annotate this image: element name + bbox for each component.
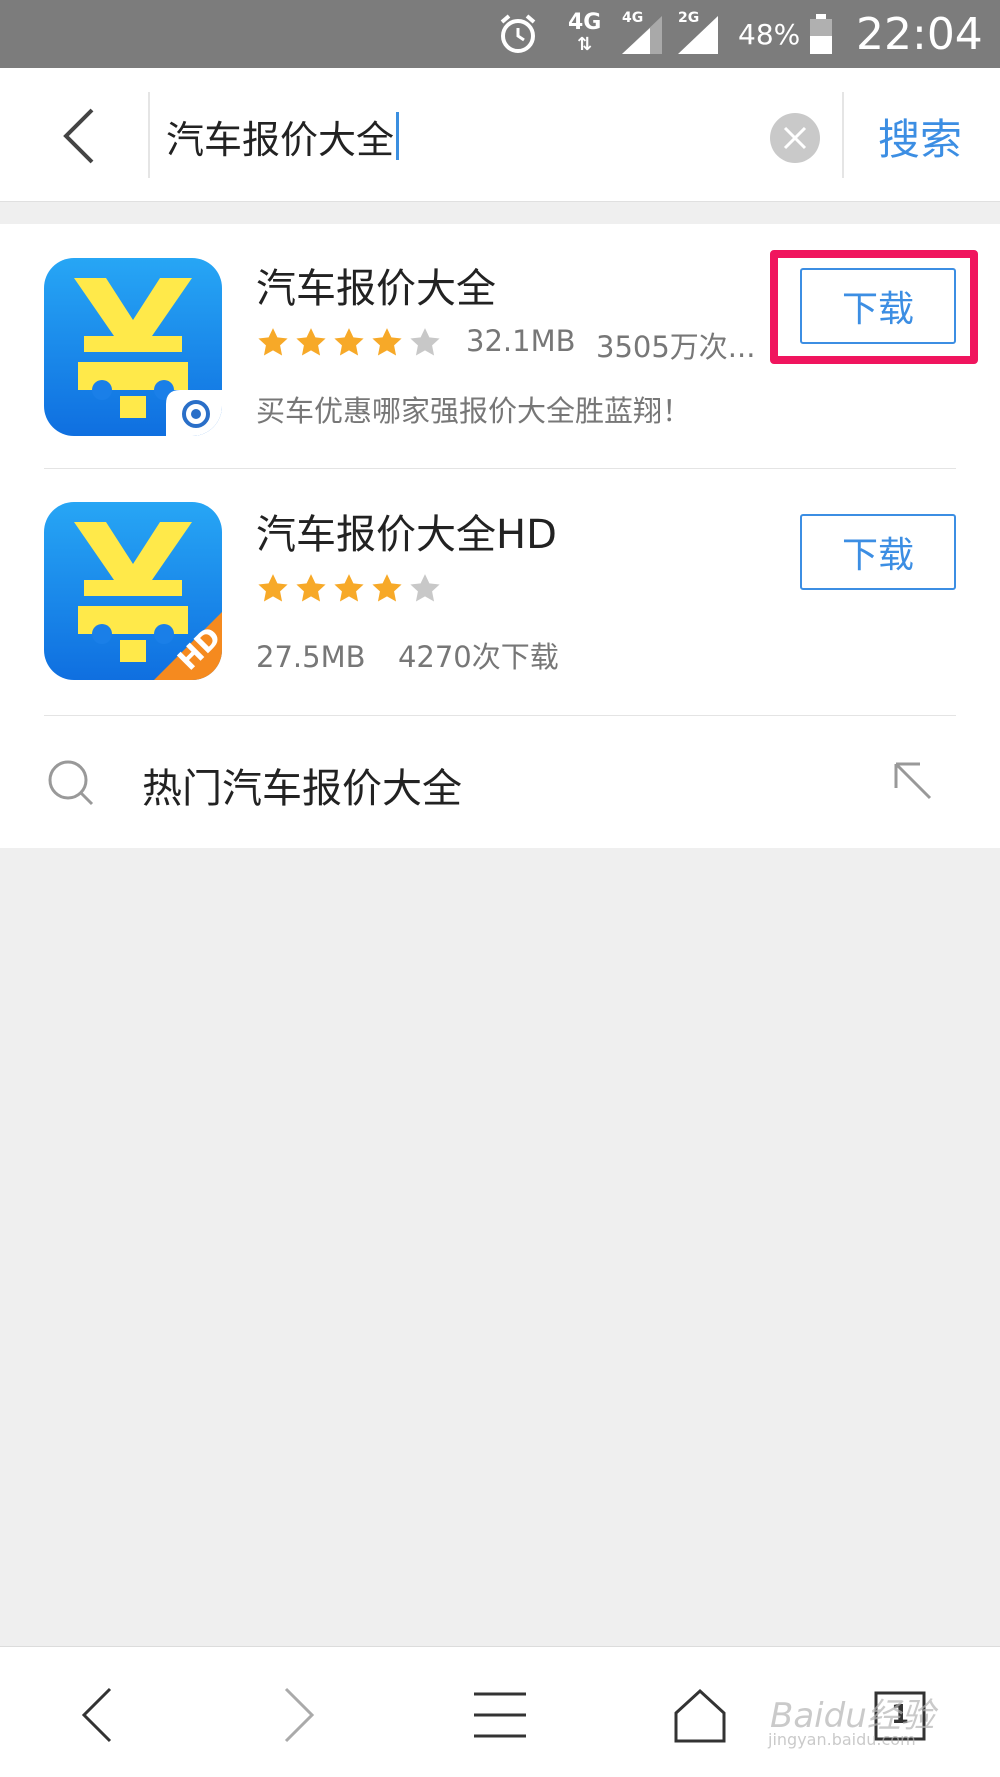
signal-strength-icon-sim2: 2G: [676, 0, 720, 68]
star-icon: [410, 574, 440, 602]
highlight-box: [770, 250, 978, 364]
app-icon[interactable]: HD: [44, 502, 222, 680]
rating-stars: [256, 572, 442, 606]
app-title: 汽车报价大全HD: [256, 512, 557, 558]
home-button[interactable]: [660, 1677, 740, 1753]
battery-percent: 48%: [738, 17, 801, 51]
alarm-icon: [496, 0, 540, 68]
star-icon: [372, 328, 402, 356]
signal-strength-icon-sim1: 4G: [620, 0, 664, 68]
rating-stars: [256, 326, 442, 360]
star-icon: [258, 328, 288, 356]
star-icon: [296, 574, 326, 602]
divider: [842, 92, 844, 178]
chevron-left-icon: [81, 1687, 112, 1743]
clear-search-button[interactable]: [770, 113, 820, 163]
divider: [148, 92, 150, 178]
row-divider: [44, 715, 956, 716]
search-button[interactable]: 搜索: [860, 98, 980, 174]
chevron-right-icon: [284, 1687, 315, 1743]
suggestion-text: 热门汽车报价大全: [142, 766, 462, 812]
app-title: 汽车报价大全: [256, 266, 496, 312]
app-downloads: 3505万次...: [596, 330, 756, 364]
battery-icon: [808, 0, 834, 68]
star-icon: [372, 574, 402, 602]
star-icon: [334, 328, 364, 356]
menu-button[interactable]: [460, 1677, 540, 1753]
status-bar: 4G ⇅ 4G 2G 48% 22:04: [0, 0, 1000, 68]
star-icon: [334, 574, 364, 602]
star-icon: [410, 328, 440, 356]
search-icon: [48, 760, 94, 806]
network-4g-indicator: 4G ⇅: [568, 10, 602, 56]
app-icon[interactable]: [44, 258, 222, 436]
row-divider: [44, 468, 956, 469]
home-icon: [674, 1688, 726, 1743]
app-size: 32.1MB: [466, 324, 576, 358]
search-input[interactable]: 汽车报价大全: [166, 96, 756, 176]
app-downloads: 4270次下载: [397, 640, 559, 674]
clock: 22:04: [856, 8, 983, 60]
back-button[interactable]: [40, 98, 120, 174]
watermark-url: jingyan.baidu.com: [768, 1730, 916, 1749]
search-header: 汽车报价大全 搜索: [0, 68, 1000, 202]
arrow-up-left-icon[interactable]: [890, 758, 936, 804]
text-caret: [396, 112, 400, 160]
app-meta: 27.5MB 4270次下载: [256, 634, 559, 676]
download-button[interactable]: 下载: [800, 514, 956, 590]
search-query-text: 汽车报价大全: [166, 117, 395, 162]
nav-forward-button[interactable]: [258, 1677, 338, 1753]
chevron-left-icon: [63, 108, 94, 164]
search-results: 汽车报价大全 32.1MB 3505万次... 买车优惠哪家强报价大全胜蓝翔！ …: [0, 224, 1000, 848]
nav-back-button[interactable]: [58, 1677, 138, 1753]
app-result-item[interactable]: HD 汽车报价大全HD 27.5MB 4270次下载 下载: [0, 470, 1000, 714]
app-description: 买车优惠哪家强报价大全胜蓝翔！: [256, 394, 692, 428]
star-icon: [296, 328, 326, 356]
star-icon: [258, 574, 288, 602]
menu-icon: [474, 1692, 526, 1738]
search-suggestion[interactable]: 热门汽车报价大全: [0, 718, 1000, 848]
app-size: 27.5MB: [256, 640, 366, 674]
close-icon: [783, 126, 807, 150]
